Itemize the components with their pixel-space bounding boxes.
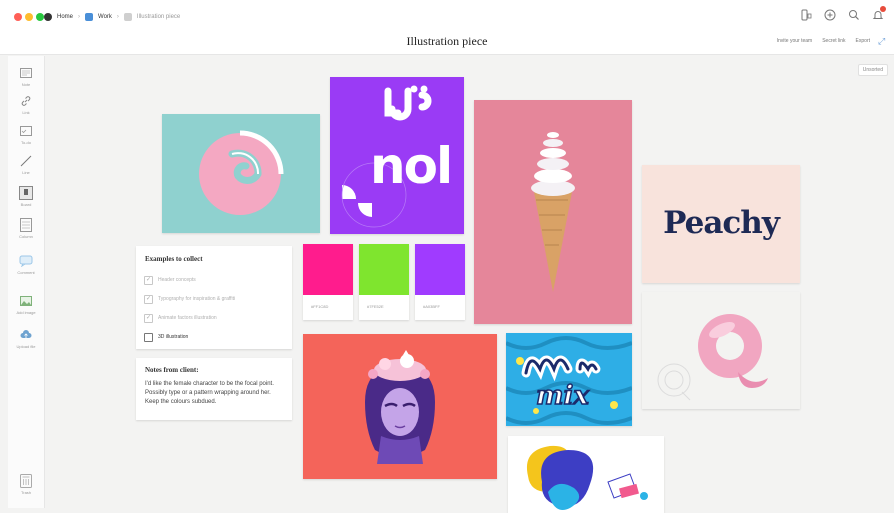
upload-icon: [19, 328, 33, 342]
color-swatch[interactable]: #7FE52E: [359, 244, 409, 320]
notification-badge: [880, 6, 886, 12]
tool-label: Line: [22, 170, 30, 175]
tool-upload[interactable]: Upload file: [16, 328, 36, 349]
tool-todo[interactable]: To-do: [16, 124, 36, 145]
breadcrumb-separator: ›: [116, 14, 119, 20]
checkbox-unchecked[interactable]: [144, 332, 153, 342]
tool-line[interactable]: Line: [16, 154, 36, 175]
tool-label: Upload file: [16, 344, 36, 349]
ice-cream-image[interactable]: [474, 100, 632, 324]
breadcrumb: Home › Work › Illustration piece: [44, 9, 180, 25]
tool-board[interactable]: Board: [16, 186, 36, 207]
todo-item[interactable]: 3D illustration: [144, 330, 284, 344]
todo-item-label: Header concepts: [158, 277, 196, 283]
tool-comment[interactable]: Comment: [16, 254, 36, 275]
tool-label: Board: [20, 202, 32, 207]
purple-nol-logo-image[interactable]: nol: [330, 77, 464, 234]
close-window-button[interactable]: [14, 13, 22, 21]
abstract-shapes-image[interactable]: [508, 436, 664, 513]
tool-trash[interactable]: Trash: [16, 474, 36, 495]
coral-portrait-illustration[interactable]: [303, 334, 497, 479]
swatch-label: #FF1C8D: [311, 304, 329, 309]
checkbox-checked[interactable]: ✓: [144, 294, 153, 304]
invite-team-button[interactable]: Invite your team: [777, 38, 813, 44]
breadcrumb-separator: ›: [78, 14, 81, 20]
todo-list-card[interactable]: Examples to collect ✓ Header concepts ✓ …: [136, 246, 292, 349]
column-icon: [19, 218, 33, 232]
tool-sidebar: Note Link To-do Line Board Column Commen…: [8, 56, 45, 508]
peachy-logo-image[interactable]: Peachy: [642, 165, 800, 283]
breadcrumb-home[interactable]: Home: [57, 14, 73, 20]
swatch-label: #A03BFF: [423, 304, 440, 309]
tool-link[interactable]: Link: [16, 94, 36, 115]
swatch-fill: [303, 244, 353, 295]
comment-icon: [19, 254, 33, 268]
teal-spiral-image[interactable]: [162, 114, 320, 233]
color-swatch[interactable]: #FF1C8D: [303, 244, 353, 320]
minimize-window-button[interactable]: [25, 13, 33, 21]
title-bar: Home › Work › Illustration piece: [0, 0, 894, 35]
todo-icon: [19, 124, 33, 138]
link-icon: [19, 94, 33, 108]
add-image-icon: [19, 294, 33, 308]
swatch-fill: [359, 244, 409, 295]
tool-add-image[interactable]: Add image: [16, 294, 36, 315]
todo-item[interactable]: ✓ Typography for inspiration & graffiti: [144, 292, 284, 306]
line-icon: [19, 154, 33, 168]
todo-item[interactable]: ✓ Header concepts: [144, 273, 284, 287]
todo-item-label: Typography for inspiration & graffiti: [158, 296, 236, 302]
bell-icon[interactable]: [870, 6, 886, 23]
swatch-fill: [415, 244, 465, 295]
peachy-logo-text: Peachy: [663, 205, 780, 241]
home-icon: [44, 13, 52, 21]
mix-lettering-image[interactable]: mix: [506, 333, 632, 426]
zoom-window-button[interactable]: [36, 13, 44, 21]
unsorted-button[interactable]: Unsorted: [857, 64, 888, 76]
note-title: Notes from client:: [145, 366, 199, 374]
toolbar-actions: [798, 6, 886, 23]
plus-circle-icon[interactable]: [822, 7, 838, 23]
checkbox-checked[interactable]: ✓: [144, 275, 153, 285]
color-swatch[interactable]: #A03BFF: [415, 244, 465, 320]
breadcrumb-work[interactable]: Work: [98, 14, 112, 20]
todo-list-title: Examples to collect: [145, 255, 203, 263]
board-icon: [85, 13, 94, 21]
expand-icon[interactable]: ⤢: [878, 36, 888, 46]
todo-item-label: Animate factors illustration: [158, 315, 217, 321]
secret-link-button[interactable]: Secret link: [822, 38, 845, 44]
board-actions: Invite your team Secret link Export: [777, 38, 870, 44]
todo-item[interactable]: ✓ Animate factors illustration: [144, 311, 284, 325]
board-icon: [19, 186, 33, 200]
nol-logo-text: nol: [370, 137, 453, 195]
checkbox-checked[interactable]: ✓: [144, 313, 153, 323]
page-icon: [123, 13, 132, 21]
client-notes-card[interactable]: Notes from client: I'd like the female c…: [136, 358, 292, 420]
tool-label: Note: [21, 82, 31, 87]
tool-note[interactable]: Note: [16, 66, 36, 87]
tool-label: Comment: [17, 270, 35, 275]
todo-item-label: 3D illustration: [158, 334, 189, 340]
phone-icon[interactable]: [798, 7, 814, 23]
swatch-label: #7FE52E: [367, 304, 384, 309]
page-title: Illustration piece: [406, 34, 488, 48]
tool-label: Column: [19, 234, 33, 239]
tool-column[interactable]: Column: [16, 218, 36, 239]
tool-label: To-do: [20, 140, 31, 145]
tool-label: Link: [22, 110, 30, 115]
search-icon[interactable]: [846, 7, 862, 23]
mix-lettering-text: mix: [535, 380, 589, 412]
tool-label: Trash: [20, 490, 32, 495]
export-button[interactable]: Export: [856, 38, 870, 44]
3d-letter-q-image[interactable]: [642, 292, 800, 409]
note-icon: [19, 66, 33, 80]
app-window: Home › Work › Illustration piece Illustr…: [0, 0, 894, 513]
tool-label: Add image: [16, 310, 36, 315]
breadcrumb-current-page[interactable]: Illustration piece: [137, 14, 180, 20]
note-body: I'd like the female character to be the …: [145, 381, 274, 405]
trash-icon: [19, 474, 33, 488]
